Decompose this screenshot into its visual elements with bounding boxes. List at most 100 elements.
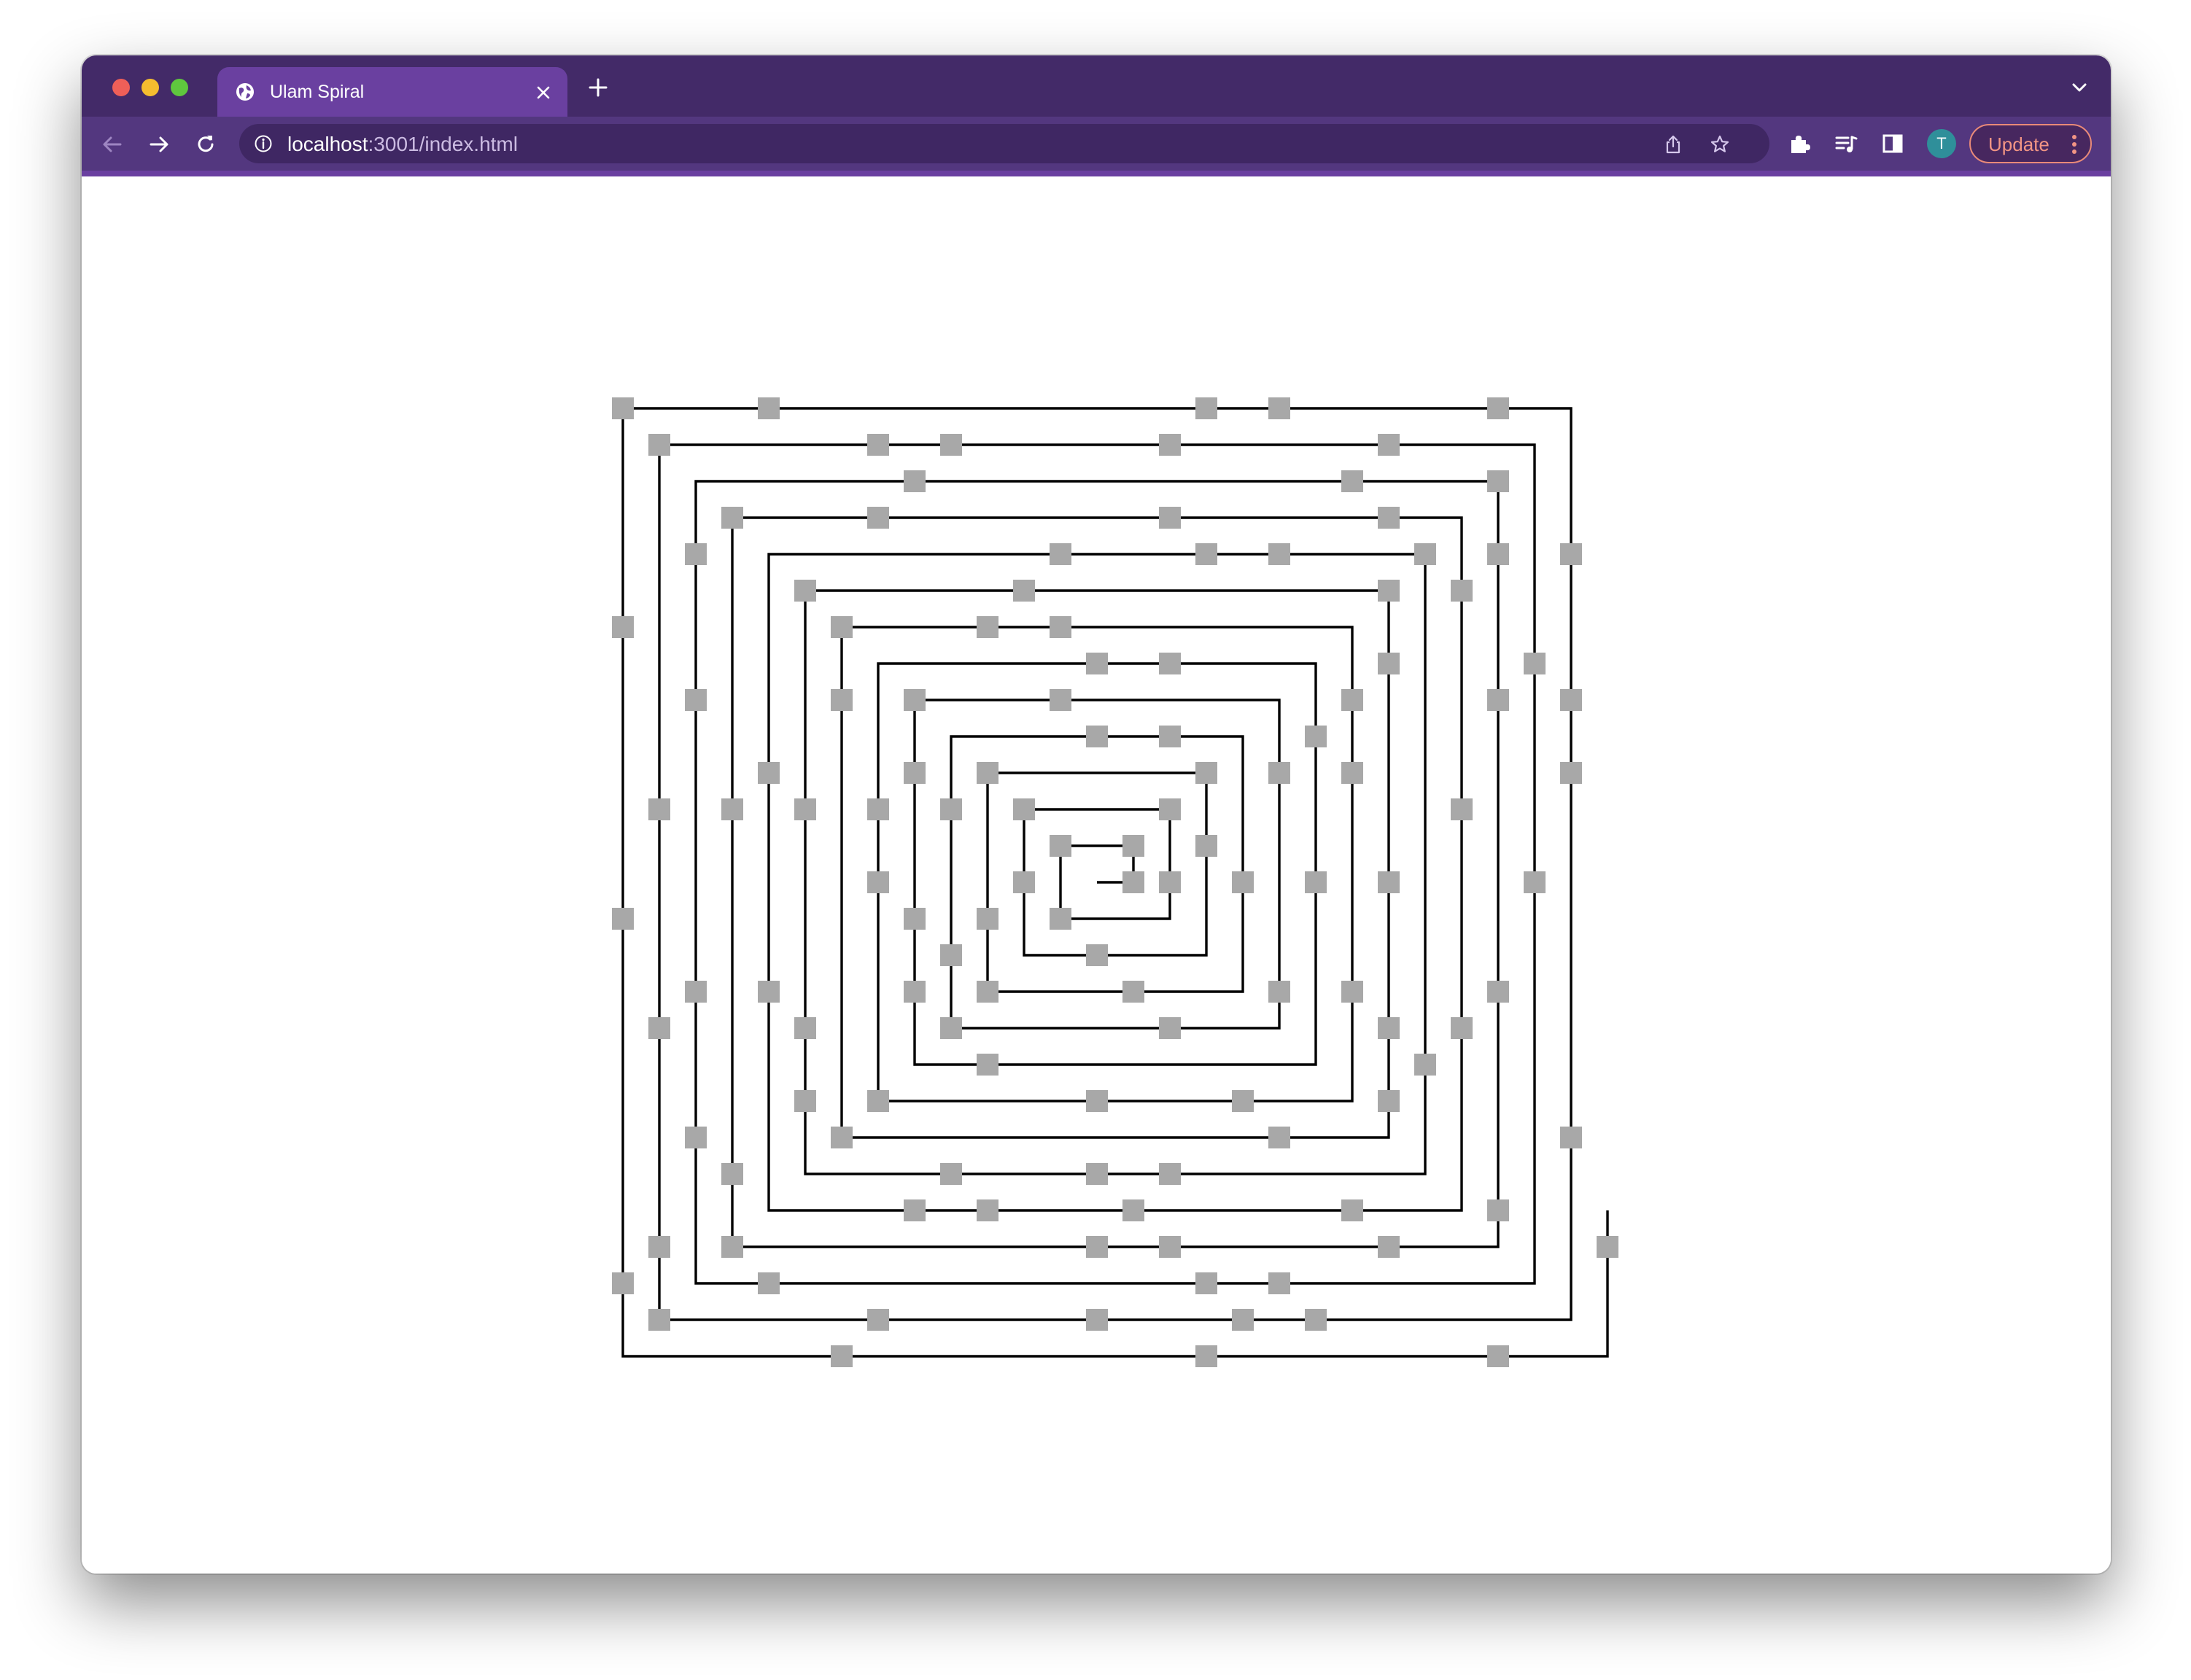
prime-marker — [1378, 1090, 1400, 1112]
prime-marker — [1268, 981, 1290, 1003]
prime-marker — [1086, 1163, 1108, 1185]
prime-marker — [940, 1163, 962, 1185]
prime-marker — [1086, 653, 1108, 674]
prime-marker — [867, 434, 889, 456]
prime-marker — [1086, 1090, 1108, 1112]
prime-marker — [1560, 762, 1582, 784]
prime-marker — [1341, 470, 1363, 492]
globe-icon — [236, 83, 254, 101]
window-minimize-button[interactable] — [141, 79, 159, 96]
kebab-menu-icon[interactable] — [2071, 134, 2077, 155]
share-icon[interactable] — [1663, 134, 1683, 155]
prime-marker — [721, 1163, 743, 1185]
prime-marker — [1122, 1199, 1144, 1221]
prime-marker — [794, 1017, 816, 1039]
prime-marker — [1050, 835, 1071, 857]
reload-icon[interactable] — [194, 133, 217, 156]
prime-marker — [758, 1272, 780, 1294]
prime-marker — [1487, 1345, 1509, 1367]
update-button[interactable]: Update — [1969, 124, 2092, 163]
prime-marker — [1195, 1272, 1217, 1294]
prime-marker — [612, 397, 634, 419]
prime-marker — [904, 1199, 926, 1221]
prime-marker — [1159, 653, 1181, 674]
prime-marker — [904, 762, 926, 784]
prime-marker — [612, 1272, 634, 1294]
prime-marker — [1159, 726, 1181, 747]
puzzle-icon[interactable] — [1787, 131, 1812, 156]
toolbar: localhost:3001/index.html T Update — [82, 117, 2111, 171]
tab-title: Ulam Spiral — [270, 82, 365, 102]
prime-marker — [1050, 543, 1071, 565]
spiral-path — [621, 407, 1609, 1358]
prime-marker — [1305, 726, 1327, 747]
window-maximize-button[interactable] — [171, 79, 188, 96]
prime-marker — [1159, 1163, 1181, 1185]
prime-marker — [1414, 543, 1436, 565]
prime-marker — [940, 1017, 962, 1039]
close-icon[interactable] — [535, 85, 551, 101]
forward-arrow-icon[interactable] — [147, 133, 171, 156]
prime-marker — [1086, 726, 1108, 747]
prime-marker — [831, 689, 853, 711]
prime-marker — [940, 944, 962, 966]
prime-marker — [1195, 1345, 1217, 1367]
prime-marker — [1378, 1236, 1400, 1258]
prime-marker — [1232, 1090, 1254, 1112]
prime-marker — [1487, 397, 1509, 419]
prime-marker — [1013, 871, 1035, 893]
tab-ulam-spiral[interactable]: Ulam Spiral — [217, 67, 567, 117]
prime-marker — [648, 434, 670, 456]
prime-marker — [1560, 689, 1582, 711]
media-icon[interactable] — [1834, 131, 1858, 156]
prime-marker — [648, 798, 670, 820]
prime-marker — [1524, 871, 1546, 893]
prime-marker — [940, 434, 962, 456]
address-bar[interactable]: localhost:3001/index.html — [239, 124, 1769, 163]
prime-marker — [1195, 835, 1217, 857]
prime-marker — [1560, 543, 1582, 565]
back-arrow-icon[interactable] — [101, 133, 124, 156]
prime-marker — [612, 908, 634, 930]
prime-marker — [1268, 1127, 1290, 1148]
prime-marker — [867, 871, 889, 893]
prime-marker — [794, 580, 816, 602]
prime-marker — [1268, 397, 1290, 419]
prime-marker — [685, 981, 707, 1003]
tab-bar: Ulam Spiral — [82, 55, 2111, 117]
prime-marker — [1232, 871, 1254, 893]
prime-marker — [904, 981, 926, 1003]
prime-marker — [1013, 580, 1035, 602]
prime-marker — [758, 397, 780, 419]
prime-marker — [940, 798, 962, 820]
prime-marker — [648, 1309, 670, 1331]
prime-marker — [977, 762, 998, 784]
prime-marker — [1487, 543, 1509, 565]
window-close-button[interactable] — [112, 79, 130, 96]
prime-marker — [831, 1127, 853, 1148]
prime-marker — [1487, 981, 1509, 1003]
prime-marker — [685, 1127, 707, 1148]
prime-marker — [1305, 871, 1327, 893]
chevron-down-icon[interactable] — [2070, 80, 2089, 95]
plus-icon[interactable] — [588, 77, 608, 98]
prime-marker — [1451, 798, 1473, 820]
prime-marker — [758, 981, 780, 1003]
prime-marker — [1159, 1017, 1181, 1039]
prime-marker — [977, 616, 998, 638]
prime-marker — [1341, 1199, 1363, 1221]
star-icon[interactable] — [1710, 134, 1730, 155]
prime-marker — [1086, 944, 1108, 966]
avatar[interactable]: T — [1927, 129, 1956, 158]
prime-marker — [1487, 689, 1509, 711]
side-panel-icon[interactable] — [1880, 131, 1905, 156]
prime-marker — [1122, 981, 1144, 1003]
prime-marker — [904, 908, 926, 930]
prime-marker — [794, 798, 816, 820]
prime-marker — [1451, 580, 1473, 602]
prime-marker — [1524, 653, 1546, 674]
info-icon[interactable] — [254, 134, 273, 153]
prime-marker — [1232, 1309, 1254, 1331]
prime-marker — [758, 762, 780, 784]
prime-marker — [1268, 762, 1290, 784]
